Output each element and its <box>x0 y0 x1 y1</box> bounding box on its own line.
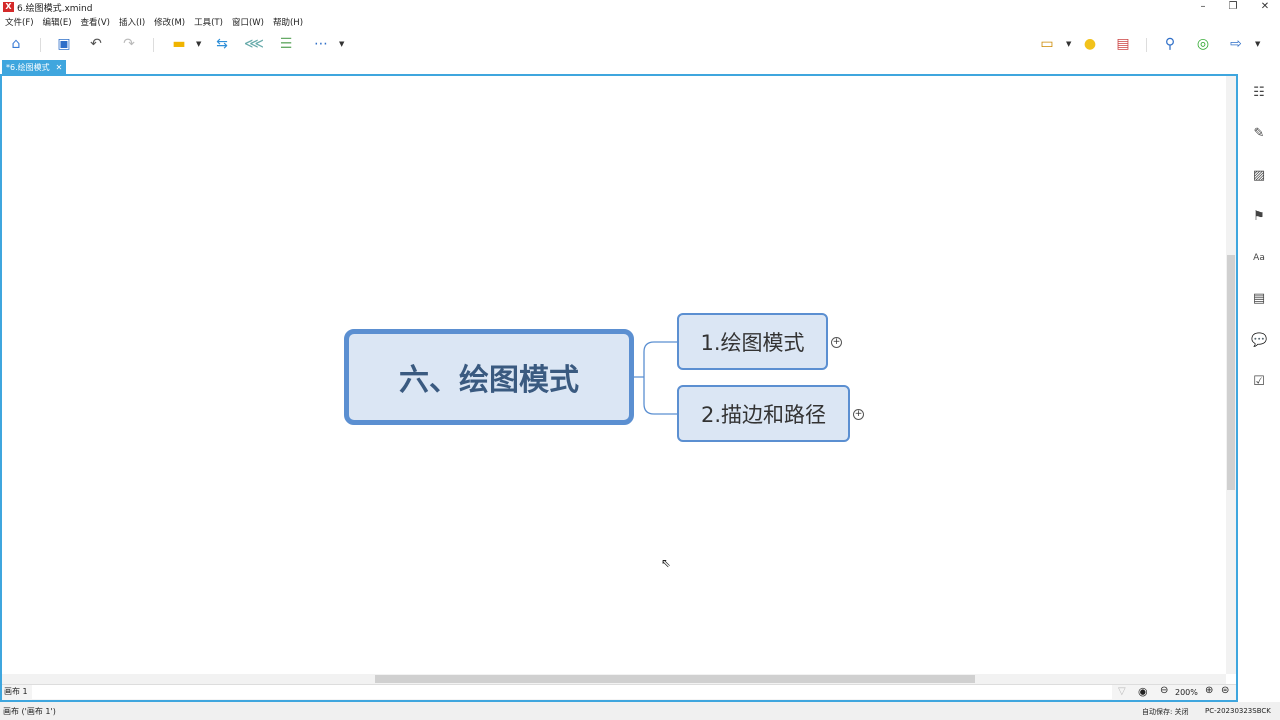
tab-label: *6.绘图模式 <box>6 62 50 72</box>
task-icon[interactable]: ☑ <box>1251 374 1267 390</box>
sheet-area <box>32 685 1112 699</box>
sheet-tab[interactable]: 画布 1 <box>2 685 32 699</box>
summary-icon[interactable]: ☰ <box>277 36 295 52</box>
font-icon[interactable]: Aa <box>1251 250 1267 266</box>
zoom-in-icon[interactable]: ⊕ <box>1205 685 1213 696</box>
chevron-down-icon[interactable]: ▼ <box>1066 40 1071 48</box>
toolbar: ⌂ ▣ ↶ ↷ ▬ ▼ ⇆ ⋘ ☰ ⋯ ▼ ▭ ▼ ● ▤ ⚲ ◎ ⇨ ▼ <box>0 30 1280 58</box>
topic-icon[interactable]: ▬ <box>170 36 188 52</box>
zoom-level: 200% <box>1175 688 1198 697</box>
menu-bar: 文件(F) 编辑(E) 查看(V) 插入(I) 修改(M) 工具(T) 窗口(W… <box>0 14 312 30</box>
marker-flag-icon[interactable]: ⚑ <box>1251 209 1267 225</box>
chevron-down-icon[interactable]: ▼ <box>196 40 201 48</box>
fit-icon[interactable]: ⊜ <box>1221 685 1229 696</box>
menu-window[interactable]: 窗口(W) <box>232 16 264 28</box>
menu-view[interactable]: 查看(V) <box>81 16 110 28</box>
subtopic-1[interactable]: 1.绘图模式 <box>677 313 828 370</box>
computer-name: PC-20230323SBCK <box>1205 707 1271 715</box>
central-topic[interactable]: 六、绘图模式 <box>344 329 634 425</box>
menu-modify[interactable]: 修改(M) <box>154 16 185 28</box>
menu-help[interactable]: 帮助(H) <box>273 16 303 28</box>
relationship-icon[interactable]: ⇆ <box>213 36 231 52</box>
menu-edit[interactable]: 编辑(E) <box>43 16 72 28</box>
outline-icon[interactable]: ☷ <box>1251 85 1267 101</box>
xmind-logo-icon: X <box>3 2 14 12</box>
window-title: 6.绘图模式.xmind <box>17 3 93 14</box>
subtopic-label: 1.绘图模式 <box>700 330 805 355</box>
filter-icon[interactable]: ▽ <box>1118 686 1126 697</box>
home-icon[interactable]: ⌂ <box>7 36 25 52</box>
share-icon[interactable]: ◎ <box>1194 36 1212 52</box>
chevron-down-icon[interactable]: ▼ <box>1255 40 1260 48</box>
expand-icon[interactable]: + <box>831 337 842 348</box>
presentation-icon[interactable]: ▭ <box>1038 36 1056 52</box>
vertical-scroll-thumb[interactable] <box>1227 255 1235 490</box>
menu-insert[interactable]: 插入(I) <box>119 16 145 28</box>
more-icon[interactable]: ⋯ <box>312 36 330 52</box>
horizontal-scroll-thumb[interactable] <box>375 675 975 683</box>
menu-tools[interactable]: 工具(T) <box>194 16 223 28</box>
mouse-cursor-icon: ⇖ <box>661 556 672 570</box>
comment-icon[interactable]: 💬 <box>1251 333 1267 349</box>
subtopic-label: 2.描边和路径 <box>700 402 827 427</box>
image-icon[interactable]: ▨ <box>1251 168 1267 184</box>
search-icon[interactable]: ⚲ <box>1161 36 1179 52</box>
notes-icon[interactable]: ▤ <box>1251 291 1267 307</box>
undo-icon[interactable]: ↶ <box>87 36 105 52</box>
status-bar: 画布 ('画布 1') 自动保存: 关闭 PC-20230323SBCK <box>0 702 1280 720</box>
close-button[interactable]: ✕ <box>1250 0 1280 14</box>
redo-icon[interactable]: ↷ <box>120 36 138 52</box>
status-sheet: 画布 ('画布 1') <box>3 707 56 716</box>
eye-icon[interactable]: ◉ <box>1138 685 1148 698</box>
tab-close-icon[interactable]: ✕ <box>56 63 63 72</box>
subtopic-2[interactable]: 2.描边和路径 <box>677 385 850 442</box>
export-icon[interactable]: ⇨ <box>1227 36 1245 52</box>
autosave-status[interactable]: 自动保存: 关闭 <box>1142 707 1189 717</box>
menu-file[interactable]: 文件(F) <box>5 16 34 28</box>
minimize-button[interactable]: – <box>1188 0 1218 14</box>
zoom-out-icon[interactable]: ⊖ <box>1160 685 1168 696</box>
save-icon[interactable]: ▣ <box>55 36 73 52</box>
central-topic-label: 六、绘图模式 <box>399 363 579 398</box>
restore-button[interactable]: ❐ <box>1218 0 1248 14</box>
lightbulb-icon[interactable]: ● <box>1081 36 1099 52</box>
expand-icon[interactable]: + <box>853 409 864 420</box>
chevron-down-icon[interactable]: ▼ <box>339 40 344 48</box>
outline-view-icon[interactable]: ▤ <box>1114 36 1132 52</box>
boundary-icon[interactable]: ⋘ <box>244 36 264 52</box>
tab-document[interactable]: *6.绘图模式 ✕ <box>2 60 67 74</box>
format-brush-icon[interactable]: ✎ <box>1251 126 1267 142</box>
title-bar: X 6.绘图模式.xmind – ❐ ✕ <box>0 0 1280 14</box>
